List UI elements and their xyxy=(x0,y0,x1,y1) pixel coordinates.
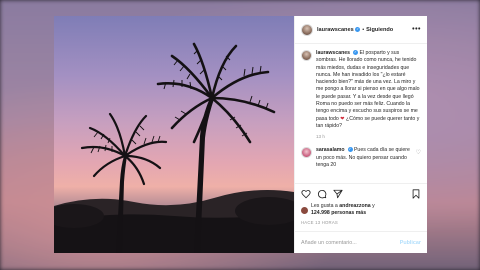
liker-username[interactable]: andreazzona xyxy=(339,203,370,209)
save-icon[interactable] xyxy=(411,189,421,199)
author-avatar[interactable] xyxy=(301,23,313,36)
liker-avatar[interactable] xyxy=(301,206,308,214)
heart-icon[interactable] xyxy=(301,189,311,199)
comments-list[interactable]: laurawscanes ✓ El posparto y sus sombras… xyxy=(295,44,427,183)
share-icon[interactable] xyxy=(333,189,343,199)
post-photo[interactable] xyxy=(54,16,294,253)
comment-input[interactable]: Añade un comentario... xyxy=(301,240,357,246)
comment-text: sarasalamo ✓ Pues cada día se quiere un … xyxy=(316,147,412,169)
caption-username[interactable]: laurawscanes xyxy=(316,50,350,56)
likes-count[interactable]: 124.998 personas más xyxy=(311,210,366,216)
caption-time[interactable]: 13 h xyxy=(316,134,421,139)
verified-icon: ✓ xyxy=(352,50,358,56)
likes-text: Les gusta a andreazzona y 124.998 persona… xyxy=(311,203,375,216)
verified-icon: ✓ xyxy=(347,147,353,153)
comment-like-icon[interactable]: ♡ xyxy=(416,149,421,169)
author-username[interactable]: laurawscanes xyxy=(317,27,354,33)
comment-item: sarasalamo ✓ Pues cada día se quiere un … xyxy=(301,147,421,169)
comment-username[interactable]: sarasalamo xyxy=(316,147,345,153)
likes-summary: Les gusta a andreazzona y 124.998 persona… xyxy=(301,203,421,217)
post-timestamp[interactable]: HACE 13 HORAS xyxy=(301,220,421,225)
more-icon[interactable]: ••• xyxy=(412,26,421,33)
publish-button[interactable]: Publicar xyxy=(400,240,421,246)
post-modal: laurawscanes ✓ • Siguiendo ••• laurawsca… xyxy=(54,16,427,253)
caption-body: El posparto y sus sombras. He llorado co… xyxy=(316,50,420,122)
action-icons xyxy=(301,188,421,200)
caption: laurawscanes ✓ El posparto y sus sombras… xyxy=(301,50,421,130)
post-header: laurawscanes ✓ • Siguiendo ••• xyxy=(295,16,427,44)
verified-icon: ✓ xyxy=(355,27,361,32)
following-button[interactable]: Siguiendo xyxy=(366,27,393,33)
add-comment-bar: Añade un comentario... Publicar xyxy=(295,231,427,253)
comment-icon[interactable] xyxy=(317,189,327,199)
caption-avatar[interactable] xyxy=(301,50,312,61)
separator-dot: • xyxy=(362,26,365,33)
post-side-panel: laurawscanes ✓ • Siguiendo ••• laurawsca… xyxy=(294,16,427,253)
commenter-avatar[interactable] xyxy=(301,147,312,159)
caption-text: laurawscanes ✓ El posparto y sus sombras… xyxy=(316,50,421,130)
palm-trees-silhouette xyxy=(54,42,294,253)
action-bar: Les gusta a andreazzona y 124.998 persona… xyxy=(295,183,427,225)
